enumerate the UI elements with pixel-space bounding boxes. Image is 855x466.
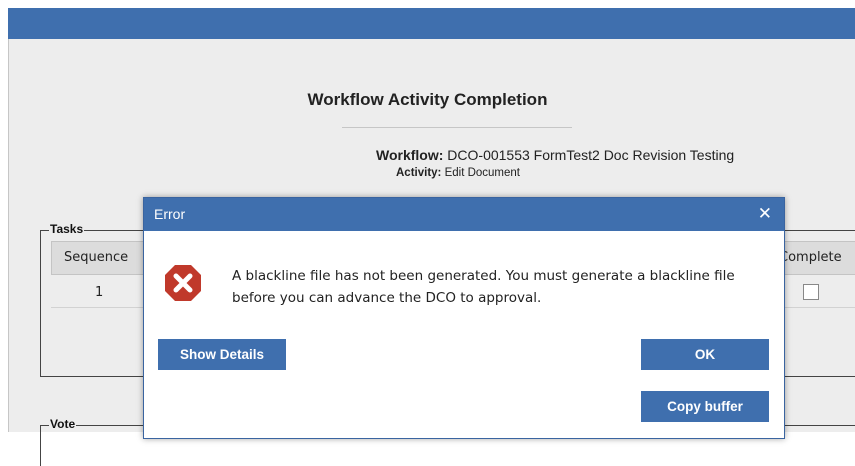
dialog-title-bar: Error ✕ — [144, 198, 784, 231]
error-message: A blackline file has not been generated.… — [232, 268, 735, 306]
workflow-value: DCO-001553 FormTest2 Doc Revision Testin… — [447, 147, 735, 163]
activity-value: Edit Document — [444, 167, 521, 179]
page-title: Workflow Activity Completion — [307, 90, 548, 109]
workflow-label: Workflow: — [376, 147, 444, 163]
ok-button[interactable]: OK — [641, 339, 769, 370]
title-divider — [342, 127, 572, 128]
dialog-title: Error — [154, 206, 186, 222]
show-details-button[interactable]: Show Details — [158, 339, 286, 370]
column-header-sequence[interactable]: Sequence — [51, 241, 148, 275]
column-header-sequence-label: Sequence — [64, 250, 129, 265]
app-header-bar — [8, 8, 855, 39]
error-octagon-icon — [165, 265, 201, 301]
vote-legend: Vote — [49, 417, 77, 431]
activity-label: Activity: — [396, 167, 442, 179]
column-header-complete[interactable]: Complete — [779, 241, 855, 275]
activity-info: Activity: Edit Document — [396, 167, 520, 179]
task-complete-checkbox[interactable] — [803, 284, 819, 300]
task-row-sequence: 1 — [95, 285, 104, 300]
copy-buffer-button[interactable]: Copy buffer — [641, 391, 769, 422]
error-dialog: Error ✕ A blackline file has not been ge… — [143, 197, 785, 439]
close-icon[interactable]: ✕ — [758, 204, 772, 224]
tasks-legend: Tasks — [49, 222, 85, 236]
workflow-info: Workflow: DCO-001553 FormTest2 Doc Revis… — [376, 147, 734, 163]
column-header-complete-label: Complete — [779, 250, 842, 265]
